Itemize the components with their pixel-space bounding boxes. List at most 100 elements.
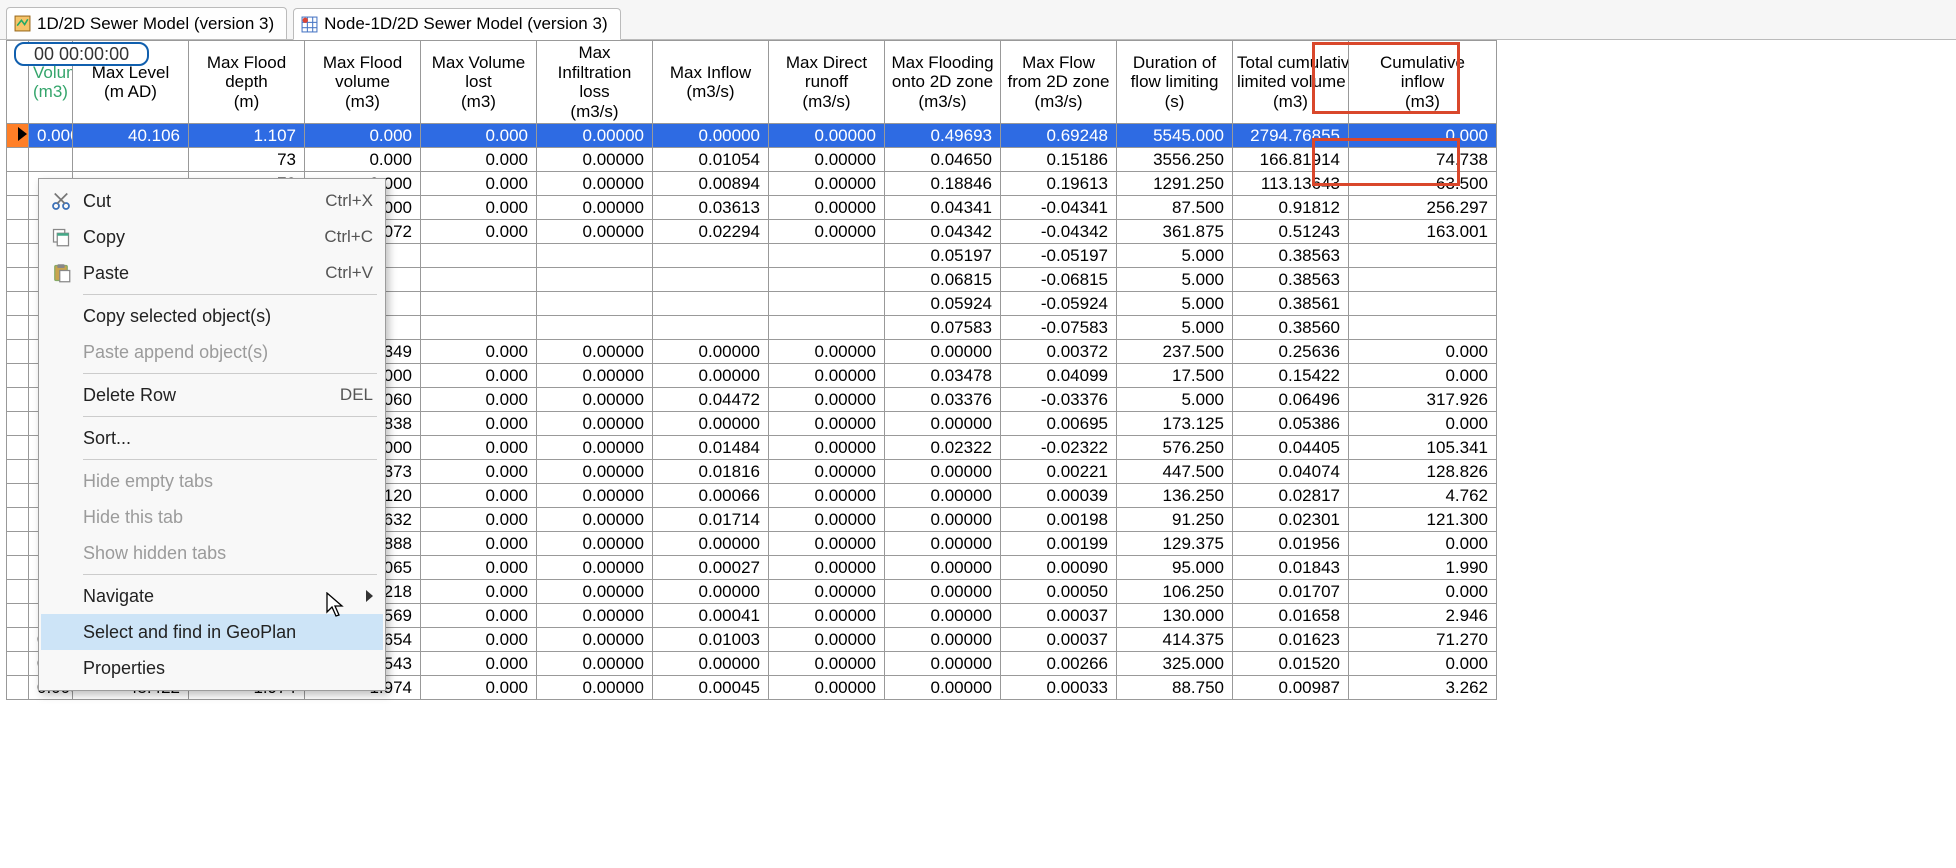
- cell[interactable]: 0.000: [421, 604, 537, 628]
- cell[interactable]: 0.000: [29, 124, 73, 148]
- cell[interactable]: 0.05197: [885, 244, 1001, 268]
- cell[interactable]: 0.01707: [1233, 580, 1349, 604]
- cell[interactable]: 0.38563: [1233, 244, 1349, 268]
- cell[interactable]: 447.500: [1117, 460, 1233, 484]
- cell[interactable]: 0.000: [421, 340, 537, 364]
- cell[interactable]: 0.00037: [1001, 628, 1117, 652]
- cell[interactable]: -0.05197: [1001, 244, 1117, 268]
- cell[interactable]: 0.00000: [769, 148, 885, 172]
- cell[interactable]: 0.00000: [769, 340, 885, 364]
- col-header-11[interactable]: Total cumulativelimited volume(m3): [1233, 41, 1349, 124]
- cell[interactable]: 0.00050: [1001, 580, 1117, 604]
- cell[interactable]: 0.00000: [769, 580, 885, 604]
- cell[interactable]: -0.07583: [1001, 316, 1117, 340]
- cell[interactable]: 0.000: [1349, 652, 1497, 676]
- cell[interactable]: 1.990: [1349, 556, 1497, 580]
- cell[interactable]: 0.00000: [885, 628, 1001, 652]
- cell[interactable]: 0.00000: [769, 436, 885, 460]
- row-selector[interactable]: [7, 412, 29, 436]
- cell[interactable]: 0.19613: [1001, 172, 1117, 196]
- menu-item-select-and-find-in-geoplan[interactable]: Select and find in GeoPlan: [41, 614, 383, 650]
- cell[interactable]: 0.00041: [653, 604, 769, 628]
- col-header-10[interactable]: Duration offlow limiting(s): [1117, 41, 1233, 124]
- cell[interactable]: 106.250: [1117, 580, 1233, 604]
- cell[interactable]: [769, 244, 885, 268]
- row-selector[interactable]: [7, 364, 29, 388]
- cell[interactable]: 3556.250: [1117, 148, 1233, 172]
- cell[interactable]: 0.000: [1349, 412, 1497, 436]
- cell[interactable]: 0.04074: [1233, 460, 1349, 484]
- cell[interactable]: 113.13643: [1233, 172, 1349, 196]
- cell[interactable]: 0.01623: [1233, 628, 1349, 652]
- menu-item-copy-selected-object-s[interactable]: Copy selected object(s): [41, 298, 383, 334]
- col-header-2[interactable]: Max Flooddepth(m): [189, 41, 305, 124]
- cell[interactable]: 0.00000: [769, 172, 885, 196]
- row-selector[interactable]: [7, 532, 29, 556]
- cell[interactable]: 128.826: [1349, 460, 1497, 484]
- menu-item-cut[interactable]: CutCtrl+X: [41, 183, 383, 219]
- menu-item-copy[interactable]: CopyCtrl+C: [41, 219, 383, 255]
- cell[interactable]: 0.00000: [885, 412, 1001, 436]
- cell[interactable]: -0.04342: [1001, 220, 1117, 244]
- cell[interactable]: 173.125: [1117, 412, 1233, 436]
- cell[interactable]: 74.738: [1349, 148, 1497, 172]
- cell[interactable]: -0.05924: [1001, 292, 1117, 316]
- cell[interactable]: [421, 316, 537, 340]
- cell[interactable]: 0.000: [421, 508, 537, 532]
- cell[interactable]: 0.49693: [885, 124, 1001, 148]
- cell[interactable]: [1349, 292, 1497, 316]
- cell[interactable]: 0.00000: [885, 484, 1001, 508]
- cell[interactable]: 87.500: [1117, 196, 1233, 220]
- cell[interactable]: 0.91812: [1233, 196, 1349, 220]
- cell[interactable]: 0.03376: [885, 388, 1001, 412]
- cell[interactable]: -0.06815: [1001, 268, 1117, 292]
- cell[interactable]: 0.00000: [537, 652, 653, 676]
- cell[interactable]: 0.000: [1349, 580, 1497, 604]
- cell[interactable]: 4.762: [1349, 484, 1497, 508]
- cell[interactable]: 0.000: [305, 124, 421, 148]
- cell[interactable]: [1349, 268, 1497, 292]
- cell[interactable]: 0.00000: [769, 484, 885, 508]
- cell[interactable]: 0.000: [1349, 340, 1497, 364]
- cell[interactable]: 317.926: [1349, 388, 1497, 412]
- row-selector[interactable]: [7, 556, 29, 580]
- cell[interactable]: [73, 148, 189, 172]
- cell[interactable]: 0.000: [421, 388, 537, 412]
- cell[interactable]: [653, 316, 769, 340]
- cell[interactable]: 0.00000: [537, 604, 653, 628]
- cell[interactable]: [769, 316, 885, 340]
- cell[interactable]: 0.01714: [653, 508, 769, 532]
- row-selector[interactable]: [7, 676, 29, 700]
- cell[interactable]: 0.00045: [653, 676, 769, 700]
- row-selector[interactable]: [7, 172, 29, 196]
- cell[interactable]: [1349, 244, 1497, 268]
- cell[interactable]: 0.00695: [1001, 412, 1117, 436]
- cell[interactable]: 0.00000: [537, 148, 653, 172]
- cell[interactable]: 0.00000: [769, 508, 885, 532]
- cell[interactable]: 88.750: [1117, 676, 1233, 700]
- cell[interactable]: 0.000: [421, 124, 537, 148]
- cell[interactable]: 0.00000: [769, 532, 885, 556]
- menu-item-sort[interactable]: Sort...: [41, 420, 383, 456]
- cell[interactable]: [1349, 316, 1497, 340]
- cell[interactable]: 0.00000: [537, 676, 653, 700]
- cell[interactable]: 0.00000: [769, 460, 885, 484]
- cell[interactable]: 0.38563: [1233, 268, 1349, 292]
- cell[interactable]: 0.04341: [885, 196, 1001, 220]
- cell[interactable]: 0.00000: [769, 196, 885, 220]
- cell[interactable]: 5.000: [1117, 244, 1233, 268]
- cell[interactable]: -0.04341: [1001, 196, 1117, 220]
- col-header-12[interactable]: Cumulativeinflow(m3): [1349, 41, 1497, 124]
- cell[interactable]: 0.01003: [653, 628, 769, 652]
- cell[interactable]: 0.00000: [653, 580, 769, 604]
- col-header-8[interactable]: Max Floodingonto 2D zone(m3/s): [885, 41, 1001, 124]
- row-selector[interactable]: [7, 316, 29, 340]
- cell[interactable]: 0.00000: [537, 532, 653, 556]
- cell[interactable]: 0.00000: [537, 124, 653, 148]
- cell[interactable]: 63.500: [1349, 172, 1497, 196]
- cell[interactable]: 0.01484: [653, 436, 769, 460]
- cell[interactable]: 0.000: [305, 148, 421, 172]
- cell[interactable]: 0.000: [421, 556, 537, 580]
- cell[interactable]: [537, 316, 653, 340]
- cell[interactable]: 73: [189, 148, 305, 172]
